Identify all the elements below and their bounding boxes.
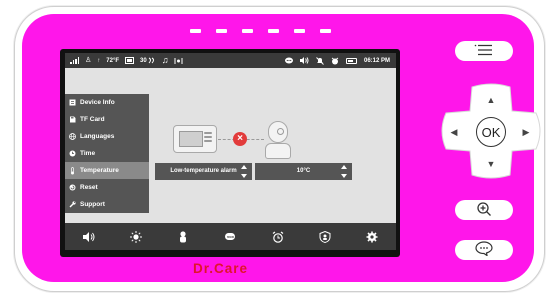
up-down-arrows-icon — [340, 165, 347, 178]
wrench-icon — [69, 201, 76, 208]
arrow-down-icon: ▼ — [486, 159, 496, 169]
menu-button[interactable] — [455, 41, 513, 61]
menu-item-languages[interactable]: Languages — [65, 128, 149, 145]
baby-icon: ♙ — [85, 57, 92, 64]
music-note-icon: ♫ — [161, 55, 169, 65]
menu-item-label: Support — [80, 201, 105, 208]
baby-camera-illustration — [265, 121, 291, 161]
brightness-icon[interactable] — [129, 230, 143, 244]
speaker-icon — [299, 57, 309, 64]
temperature-value-selector[interactable]: 10°C — [255, 163, 352, 180]
menu-item-label: Device Info — [80, 99, 115, 106]
status-bar: ♙ ↑ 72°F 30 ♫ 06:12 PM — [65, 53, 396, 68]
parent-unit-illustration — [173, 125, 217, 153]
camera-switch-icon[interactable] — [318, 230, 332, 244]
disconnected-icon: × — [233, 132, 247, 146]
arrow-up-icon: ▲ — [486, 95, 496, 105]
lcd-screen: ♙ ↑ 72°F 30 ♫ 06:12 PM Device Info TF Ca… — [65, 53, 396, 250]
menu-item-reset[interactable]: Reset — [65, 179, 149, 196]
settings-icon[interactable] — [365, 230, 379, 244]
up-down-arrows-icon — [240, 165, 247, 178]
menu-item-support[interactable]: Support — [65, 196, 149, 213]
baby-icon[interactable] — [176, 230, 190, 244]
talk-button[interactable] — [455, 240, 513, 260]
brand-logo: Dr.Care — [193, 261, 249, 276]
menu-item-time[interactable]: Time — [65, 145, 149, 162]
reset-icon — [69, 184, 76, 191]
status-time: 06:12 PM — [363, 57, 390, 64]
thermometer-icon — [69, 166, 76, 174]
alarm-clock-icon — [331, 57, 339, 65]
bottom-function-bar: vox — [65, 223, 396, 250]
alarm-type-label: Low-temperature alarm — [170, 168, 237, 174]
alarm-clock-icon[interactable] — [271, 230, 285, 244]
sim-icon — [125, 57, 135, 64]
temperature-alarm-selector[interactable]: Low-temperature alarm — [155, 163, 252, 180]
dpad-down-button[interactable]: ▼ — [479, 153, 503, 175]
alarm-temperature-value: 10°C — [296, 168, 311, 174]
signal-icon — [70, 57, 79, 64]
status-temperature: 72°F — [106, 57, 120, 64]
menu-item-label: Reset — [80, 184, 98, 191]
battery-icon — [345, 57, 357, 64]
zoom-button[interactable] — [455, 200, 513, 220]
menu-item-label: TF Card — [80, 116, 105, 123]
vox-icon[interactable]: vox — [223, 230, 237, 244]
menu-item-tf-card[interactable]: TF Card — [65, 111, 149, 128]
document-icon — [69, 99, 76, 106]
menu-item-label: Temperature — [80, 167, 119, 174]
direction-pad: ▲ ▼ ◀ ▶ OK — [436, 83, 546, 179]
dpad-left-button[interactable]: ◀ — [442, 121, 466, 143]
vox-level: 30 — [140, 57, 147, 64]
menu-item-temperature[interactable]: Temperature — [65, 162, 149, 179]
thermometer-icon: ↑ — [97, 57, 101, 64]
arrow-right-icon: ▶ — [522, 126, 530, 137]
speaker-grille — [190, 29, 331, 33]
menu-item-label: Time — [80, 150, 96, 157]
ok-button[interactable]: OK — [476, 117, 506, 147]
cry-sensor-icon — [174, 57, 183, 65]
menu-item-device-info[interactable]: Device Info — [65, 94, 149, 111]
arrow-left-icon: ◀ — [450, 126, 458, 137]
vox-icon — [148, 57, 156, 64]
globe-icon — [69, 133, 76, 140]
menu-item-label: Languages — [80, 133, 115, 140]
dpad-up-button[interactable]: ▲ — [479, 89, 503, 111]
chat-icon — [284, 57, 293, 64]
alarm-off-icon — [316, 56, 324, 65]
clock-icon — [69, 150, 76, 157]
dpad-right-button[interactable]: ▶ — [514, 121, 538, 143]
zoom-in-icon — [476, 201, 492, 220]
vox-label: vox — [225, 233, 236, 240]
talk-icon — [475, 241, 493, 259]
sd-card-icon — [69, 116, 76, 123]
menu-icon — [474, 44, 494, 59]
settings-menu: Device Info TF Card Languages Time Tempe… — [65, 94, 149, 213]
volume-icon[interactable] — [82, 230, 96, 244]
